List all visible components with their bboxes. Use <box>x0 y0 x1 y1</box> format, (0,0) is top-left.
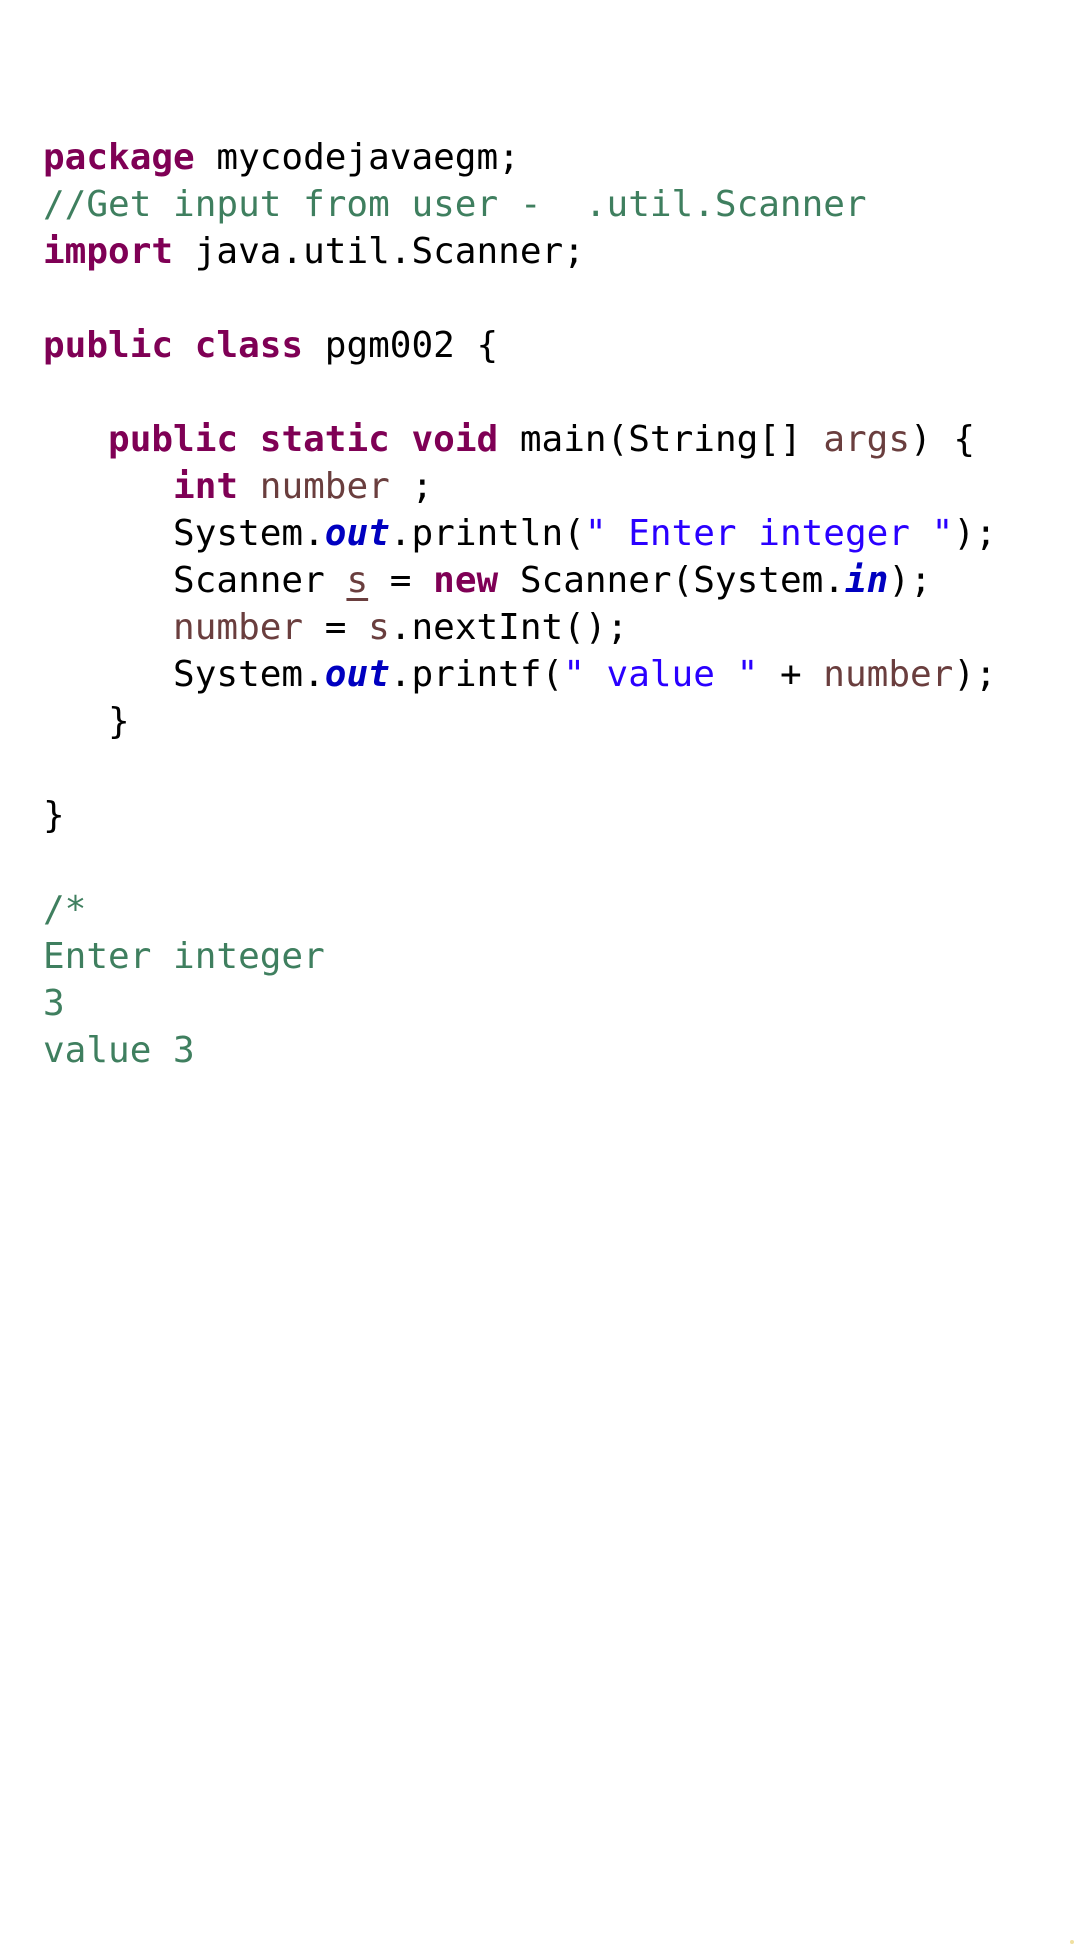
code-token: .printf( <box>389 654 564 695</box>
code-token: args <box>823 419 911 460</box>
code-token: s <box>346 560 369 601</box>
code-token: mycodejavaegm; <box>194 137 520 178</box>
code-token: ; <box>389 466 434 507</box>
code-token: Scanner <box>43 560 347 601</box>
code-token: Scanner(System. <box>498 560 845 601</box>
code-line[interactable] <box>43 275 1060 322</box>
code-token: class <box>194 325 304 366</box>
code-line[interactable]: package mycodejavaegm; <box>43 134 1060 181</box>
code-line[interactable]: public static void main(String[] args) { <box>43 416 1060 463</box>
code-line[interactable]: import java.util.Scanner; <box>43 228 1060 275</box>
code-token: int <box>173 466 239 507</box>
code-line[interactable] <box>43 369 1060 416</box>
code-token: number <box>823 654 954 695</box>
code-token: static <box>259 419 390 460</box>
code-token: import <box>43 231 174 272</box>
code-line[interactable]: System.out.printf(" value " + number); <box>43 651 1060 698</box>
code-token: ) { <box>910 419 976 460</box>
code-token: out <box>324 654 390 695</box>
code-token: ); <box>953 513 997 554</box>
code-token: + <box>758 654 824 695</box>
code-token: main(String[] <box>498 419 824 460</box>
code-token: System. <box>43 654 325 695</box>
code-line[interactable]: } <box>43 698 1060 745</box>
code-token: = <box>368 560 434 601</box>
code-line[interactable]: } <box>43 792 1060 839</box>
code-token: in <box>844 560 889 601</box>
code-token: " Enter integer " <box>584 513 954 554</box>
code-token: Enter integer <box>43 936 325 977</box>
code-token: package <box>43 137 195 178</box>
code-token: System. <box>43 513 325 554</box>
code-token: " value " <box>563 654 759 695</box>
code-token: //Get input from user - .util.Scanner <box>43 184 867 225</box>
code-token: .println( <box>389 513 585 554</box>
code-token: new <box>433 560 499 601</box>
code-line[interactable]: /* <box>43 886 1060 933</box>
code-line[interactable]: Enter integer <box>43 933 1060 980</box>
code-editor[interactable]: package mycodejavaegm;//Get input from u… <box>43 40 1060 1074</box>
code-line[interactable]: number = s.nextInt(); <box>43 604 1060 651</box>
code-token: /* <box>43 889 87 930</box>
code-token: } <box>43 795 65 836</box>
scroll-corner-mark <box>1070 1940 1074 1944</box>
code-token: out <box>324 513 390 554</box>
code-token: value 3 <box>43 1030 195 1071</box>
code-token: public <box>108 419 239 460</box>
code-line[interactable] <box>43 839 1060 886</box>
code-line[interactable]: public class pgm002 { <box>43 322 1060 369</box>
code-line[interactable]: Scanner s = new Scanner(System.in); <box>43 557 1060 604</box>
code-token: = <box>303 607 369 648</box>
code-token: ); <box>953 654 997 695</box>
code-line[interactable] <box>43 745 1060 792</box>
code-token: number <box>259 466 390 507</box>
code-token: public <box>43 325 174 366</box>
code-token: 3 <box>43 983 65 1024</box>
code-token: number <box>173 607 304 648</box>
code-token: ); <box>888 560 932 601</box>
code-token: .nextInt(); <box>389 607 629 648</box>
code-token: } <box>43 701 130 742</box>
code-token: pgm002 { <box>303 325 499 366</box>
code-line[interactable]: 3 <box>43 980 1060 1027</box>
code-line[interactable]: //Get input from user - .util.Scanner <box>43 181 1060 228</box>
code-token: void <box>411 419 499 460</box>
code-token: java.util.Scanner; <box>173 231 585 272</box>
code-line[interactable]: System.out.println(" Enter integer "); <box>43 510 1060 557</box>
code-line[interactable]: int number ; <box>43 463 1060 510</box>
code-line[interactable]: value 3 <box>43 1027 1060 1074</box>
code-token: s <box>368 607 390 648</box>
